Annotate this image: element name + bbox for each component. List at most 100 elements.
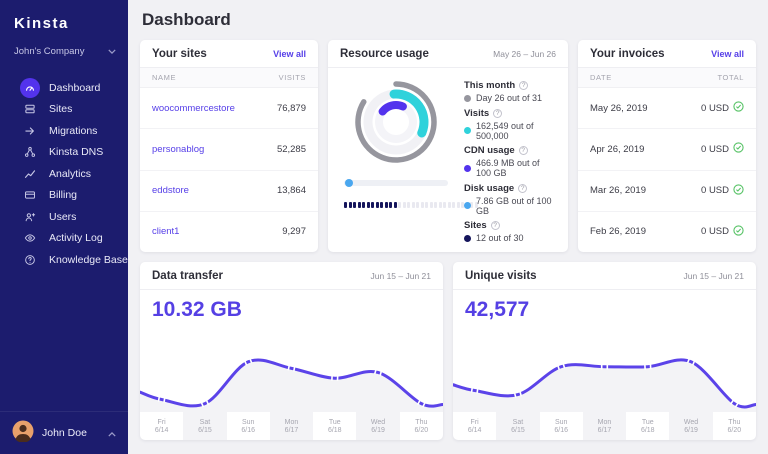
dashboard-icon [20, 77, 40, 98]
sidebar-item-label: Migrations [49, 124, 98, 137]
billing-icon [20, 185, 40, 205]
paid-check-icon [733, 223, 744, 241]
kinsta-logo: Kinsta [14, 15, 69, 32]
activity-icon [20, 228, 40, 248]
sites-icon [20, 99, 40, 119]
company-selector[interactable]: John's Company [0, 32, 128, 57]
site-visits: 52,285 [276, 143, 306, 155]
sidebar-item[interactable]: Activity Log [0, 228, 128, 250]
invoice-date: Mar 26, 2019 [590, 185, 646, 197]
unique-visits-range: Jun 15 – Jun 21 [683, 270, 745, 281]
site-name-link[interactable]: personablog [152, 144, 204, 155]
help-icon[interactable]: ? [490, 221, 500, 230]
invoices-table: May 26, 2019 0 USD Apr 26, 2019 0 USD Ma… [578, 88, 756, 252]
site-row: personablog 52,285 [140, 129, 318, 171]
sites-table: woocommercestore 76,879 personablog 52,2… [140, 88, 318, 252]
sidebar-item[interactable]: Users [0, 206, 128, 228]
paid-check-icon [733, 140, 744, 158]
site-name-link[interactable]: woocommercestore [152, 103, 235, 114]
help-icon[interactable]: ? [518, 183, 528, 193]
axis-day: Tue 6/18 [327, 418, 342, 434]
paid-check-icon [733, 182, 744, 200]
bottom-row: Data transfer Jun 15 – Jun 21 10.32 GB F… [140, 262, 756, 440]
main-content: Dashboard Your sites View all Name Visit… [128, 0, 768, 454]
invoices-table-header: Date Total [578, 68, 756, 88]
metric-color-dot [464, 202, 471, 209]
resource-metric: Sites ? 12 out of 30 [464, 220, 556, 243]
axis-day: Mon 6/17 [269, 412, 314, 440]
metric-label: CDN usage [464, 145, 515, 156]
sidebar-item-label: Billing [49, 189, 78, 202]
site-visits: 9,297 [282, 226, 306, 238]
sidebar-item[interactable]: Migrations [0, 120, 128, 142]
users-icon [20, 207, 40, 227]
sidebar-item[interactable]: Sites [0, 99, 128, 121]
site-name-link[interactable]: client1 [152, 226, 179, 237]
help-icon[interactable]: ? [518, 146, 528, 155]
invoice-row[interactable]: Mar 26, 2019 0 USD [578, 171, 756, 212]
data-transfer-title: Data transfer [152, 269, 223, 282]
resource-metric: Visits ? 162,549 out of 500,000 [464, 108, 556, 141]
resource-card-title: Resource usage [340, 47, 429, 60]
sidebar-item-label: Dashboard [49, 81, 101, 94]
unique-visits-chart [453, 357, 756, 412]
resource-metric: Disk usage ? 7.86 GB out of 100 GB [464, 183, 556, 216]
invoice-row[interactable]: May 26, 2019 0 USD [578, 88, 756, 130]
col-name: Name [152, 73, 177, 82]
sidebar-item-label: Analytics [49, 167, 92, 180]
resource-donut-chart [355, 81, 437, 163]
metric-label: Disk usage [464, 182, 515, 194]
resource-legend: This month ? Day 26 out of 31 Visits ? 1… [464, 78, 556, 244]
col-visits: Visits [278, 73, 306, 82]
sidebar-item[interactable]: Analytics [0, 163, 128, 185]
dns-icon [20, 142, 40, 162]
sites-table-header: Name Visits [140, 68, 318, 88]
site-row: client1 9,297 [140, 212, 318, 252]
site-name-link[interactable]: eddstore [152, 185, 189, 196]
axis-day: Thu 6/20 [414, 418, 429, 434]
axis-day: Fri 6/14 [467, 418, 482, 434]
invoice-row[interactable]: Feb 26, 2019 0 USD [578, 212, 756, 252]
user-menu[interactable]: John Doe [0, 412, 128, 454]
data-transfer-card: Data transfer Jun 15 – Jun 21 10.32 GB F… [140, 262, 443, 440]
invoice-date: May 26, 2019 [590, 102, 648, 114]
axis-day: Tue 6/18 [640, 418, 655, 434]
axis-day: Sun 6/16 [554, 418, 569, 434]
analytics-icon [20, 164, 40, 184]
help-icon[interactable]: ? [519, 81, 529, 90]
unique-visits-card: Unique visits Jun 15 – Jun 21 42,577 Fri… [453, 262, 756, 440]
invoice-row[interactable]: Apr 26, 2019 0 USD [578, 129, 756, 171]
user-name: John Doe [42, 427, 87, 439]
metric-label: This month [464, 80, 516, 91]
site-visits: 76,879 [276, 102, 306, 114]
metric-label: Sites [464, 220, 487, 231]
axis-day: Sun 6/16 [241, 418, 256, 434]
metric-value: 162,549 out of 500,000 [476, 120, 534, 141]
paid-check-icon [733, 99, 744, 117]
metric-color-dot [464, 94, 471, 102]
invoice-date: Feb 26, 2019 [590, 226, 646, 238]
avatar [12, 420, 34, 447]
resource-date-range: May 26 – Jun 26 [493, 48, 556, 59]
sidebar-item[interactable]: Kinsta DNS [0, 142, 128, 164]
axis-day: Wed 6/19 [669, 412, 713, 440]
sidebar-nav: Dashboard Sites Migrations Kinsta DNS An… [0, 77, 128, 271]
axis-day: Mon 6/17 [582, 412, 627, 440]
help-icon[interactable]: ? [493, 108, 503, 118]
sidebar-item[interactable]: Knowledge Base [0, 249, 128, 271]
sites-view-all-link[interactable]: View all [273, 49, 306, 59]
sites-segment-bar [344, 202, 478, 208]
data-transfer-chart [140, 358, 443, 412]
axis-day: Sat 6/15 [496, 412, 540, 440]
metric-value: 12 out of 30 [476, 233, 524, 243]
col-total: Total [717, 73, 744, 82]
sidebar-item-label: Activity Log [49, 232, 103, 245]
sidebar-item-label: Users [49, 210, 77, 223]
site-row: eddstore 13,864 [140, 171, 318, 212]
resource-usage-card: Resource usage May 26 – Jun 26 This mont… [328, 40, 568, 252]
sidebar-item[interactable]: Dashboard [0, 77, 128, 99]
sidebar-item[interactable]: Billing [0, 185, 128, 207]
invoices-view-all-link[interactable]: View all [711, 49, 744, 59]
migrations-icon [20, 121, 40, 141]
your-invoices-card: Your invoices View all Date Total May 26… [578, 40, 756, 252]
